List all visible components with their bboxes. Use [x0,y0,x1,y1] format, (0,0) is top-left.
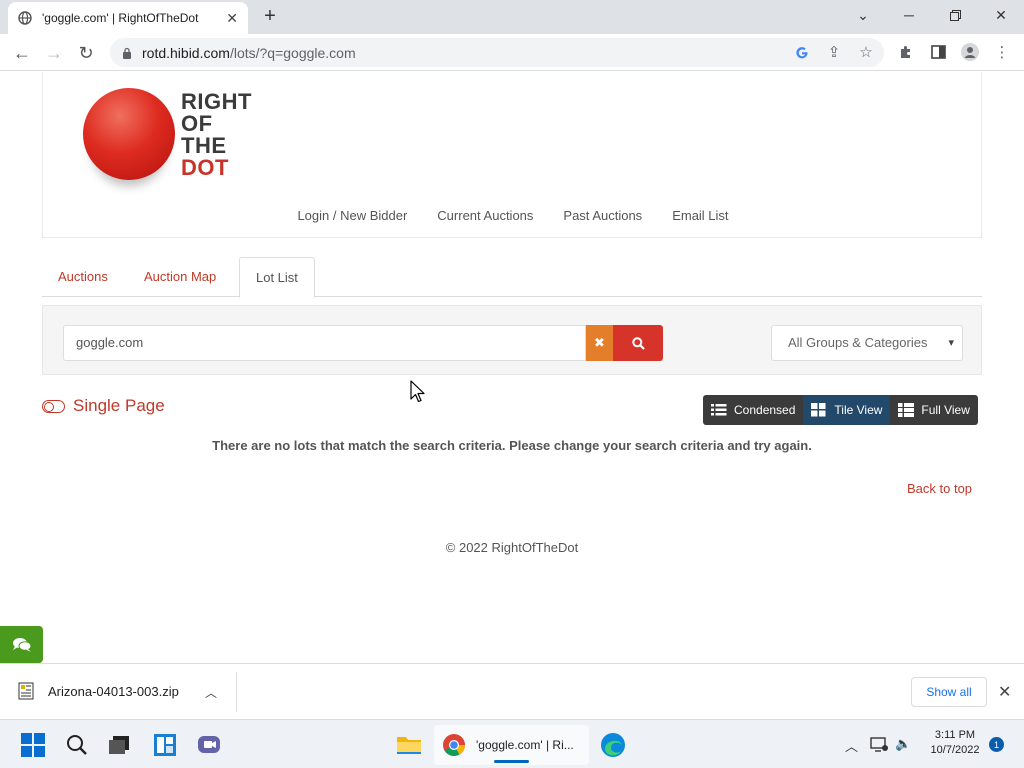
chat-button[interactable] [0,626,43,663]
url-path: /lots/?q=goggle.com [229,44,356,61]
table-icon [898,403,915,417]
volume-icon[interactable]: 🔈 [895,736,911,752]
category-select-value: All Groups & Categories [788,335,928,350]
list-icon [711,403,727,417]
full-view-button[interactable]: Full View [890,395,978,425]
close-window-icon[interactable]: ✕ [978,0,1024,30]
taskbar: 'goggle.com' | Ri... ︿ 🔈 3:11 PM 10/7/20… [0,719,1024,768]
tab-auction-map[interactable]: Auction Map [128,257,232,297]
share-icon[interactable]: ⇪ [824,42,844,62]
bookmark-star-icon[interactable]: ☆ [856,42,876,62]
network-icon[interactable] [870,736,888,755]
web-page: RIGHT OF THE DOT Login / New Bidder Curr… [0,72,1024,663]
grid-icon [811,403,827,417]
nav-login-link[interactable]: Login / New Bidder [297,208,407,223]
extensions-puzzle-icon[interactable] [896,42,916,62]
reload-icon[interactable]: ↻ [74,41,98,65]
times-icon: ✖ [594,335,605,350]
close-tab-icon[interactable]: ✕ [226,10,238,27]
lock-icon [123,47,131,59]
logo-ball [83,88,175,180]
minimize-icon[interactable]: ─ [886,0,932,30]
system-clock[interactable]: 3:11 PM 10/7/2022 [920,728,990,758]
nav-current-auctions-link[interactable]: Current Auctions [437,208,533,223]
nav-email-list-link[interactable]: Email List [672,208,728,223]
google-lens-icon[interactable] [792,42,812,62]
widgets-icon[interactable] [152,732,178,758]
file-explorer-icon[interactable] [396,732,422,758]
search-icon[interactable] [64,732,90,758]
no-results-message: There are no lots that match the search … [212,438,812,453]
teams-chat-icon[interactable] [196,732,222,758]
tab-search-chevron-icon[interactable]: ⌄ [840,0,886,30]
address-bar-row: ← → ↻ rotd.hibid.com/lots/?q=goggle.com … [0,34,1024,71]
download-file-name: Arizona-04013-003.zip [48,683,179,699]
chat-icon [12,637,31,652]
tile-view-button[interactable]: Tile View [803,395,891,425]
clock-time: 3:11 PM [934,729,976,741]
restore-icon[interactable] [932,0,978,30]
search-input[interactable]: goggle.com [63,325,586,361]
copyright: © 2022 RightOfTheDot [445,540,579,555]
browser-tab-title: 'goggle.com' | RightOfTheDot [42,11,199,25]
windows-start-icon[interactable] [20,732,46,758]
close-downloads-icon[interactable]: ✕ [998,682,1011,702]
category-select[interactable]: All Groups & Categories ▾ [771,325,963,361]
forward-arrow-icon[interactable]: → [42,41,66,65]
download-item[interactable]: Arizona-04013-003.zip [18,682,179,700]
main-nav: Login / New Bidder Current Auctions Past… [43,208,983,223]
notification-badge[interactable]: 1 [989,737,1004,752]
chevron-up-icon[interactable]: ︿ [205,684,217,701]
back-to-top-link[interactable]: Back to top [907,481,972,496]
clock-date: 10/7/2022 [930,744,980,756]
clear-search-button[interactable]: ✖ [586,325,613,361]
toggle-icon [42,399,65,413]
nav-past-auctions-link[interactable]: Past Auctions [563,208,642,223]
tab-auctions[interactable]: Auctions [42,257,124,297]
chevron-down-icon: ▾ [948,337,954,349]
logo-wordmark: RIGHT OF THE DOT [181,89,252,180]
mouse-cursor-icon [410,380,425,403]
back-arrow-icon[interactable]: ← [10,41,34,65]
tab-lot-list[interactable]: Lot List [239,257,315,298]
chrome-icon [443,734,465,756]
site-header: RIGHT OF THE DOT Login / New Bidder Curr… [42,72,982,238]
single-page-label: Single Page [73,396,165,415]
globe-icon [18,11,32,25]
taskbar-chrome-label: 'goggle.com' | Ri... [476,738,574,752]
page-tabs: Auctions Auction Map Lot List [42,257,982,298]
chevron-up-icon[interactable]: ︿ [845,736,858,755]
browser-menu-icon[interactable]: ⋮ [992,42,1012,62]
single-page-toggle[interactable]: Single Page [42,396,165,416]
search-button[interactable] [613,325,663,361]
search-icon [631,336,645,350]
browser-tab-strip: 'goggle.com' | RightOfTheDot ✕ + ⌄ ─ ✕ [0,0,1024,34]
view-mode-group: Condensed Tile View Full View [703,395,978,425]
taskbar-chrome-window[interactable]: 'goggle.com' | Ri... [434,725,589,765]
zip-file-icon [18,682,34,700]
browser-tab[interactable]: 'goggle.com' | RightOfTheDot ✕ [8,2,248,34]
new-tab-icon[interactable]: + [258,6,282,28]
downloads-bar: Arizona-04013-003.zip ︿ Show all ✕ [0,663,1024,719]
profile-avatar-icon[interactable] [960,42,980,62]
search-panel: goggle.com ✖ All Groups & Categories ▾ [42,305,982,375]
url-host: rotd.hibid.com [142,44,230,61]
condensed-view-button[interactable]: Condensed [703,395,804,425]
side-panel-icon[interactable] [928,42,948,62]
divider [236,672,237,712]
show-all-button[interactable]: Show all [911,677,987,707]
edge-icon[interactable] [600,732,626,758]
site-logo[interactable]: RIGHT OF THE DOT [83,86,263,201]
task-view-icon[interactable] [106,732,132,758]
url-bar[interactable]: rotd.hibid.com/lots/?q=goggle.com [110,38,884,67]
